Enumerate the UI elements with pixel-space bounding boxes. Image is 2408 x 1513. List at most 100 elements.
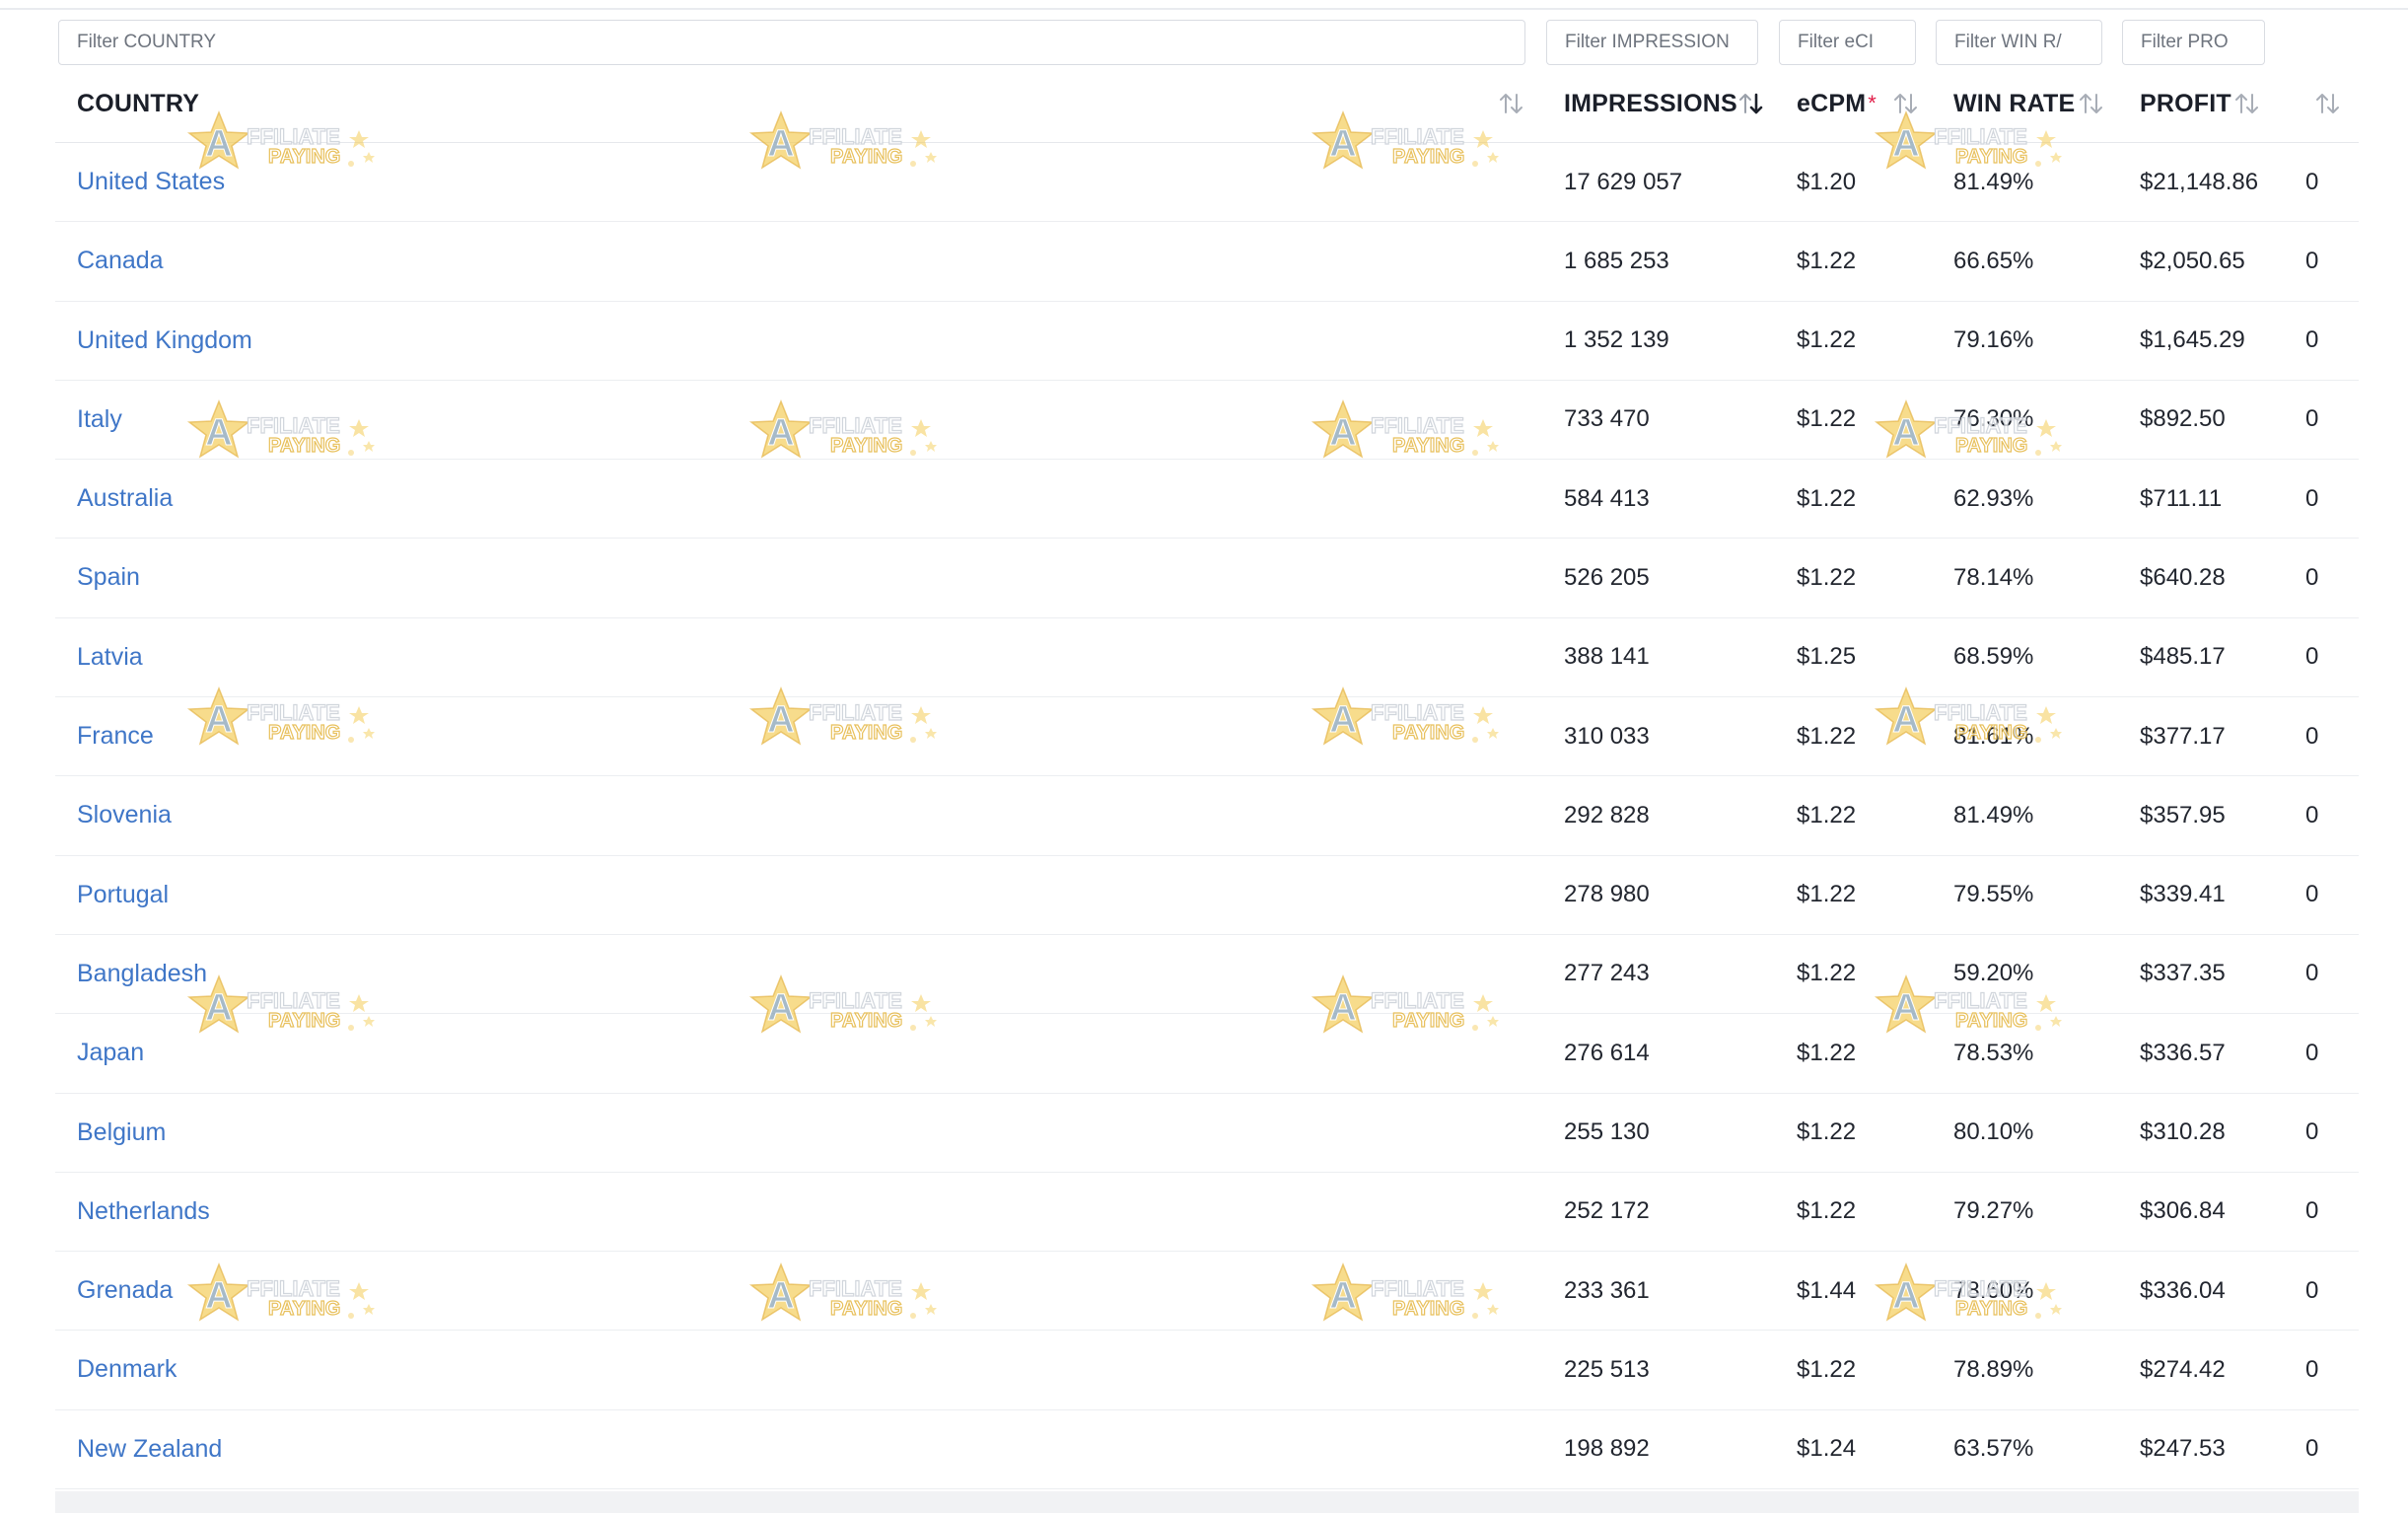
country-link[interactable]: Spain (77, 563, 140, 592)
table-row: France 310 033 $1.22 81.61% $377.17 0 (55, 697, 2359, 777)
country-link[interactable]: Canada (77, 247, 164, 275)
column-header-country[interactable]: COUNTRY (77, 65, 199, 142)
column-label-win-rate: WIN RATE (1953, 89, 2076, 117)
ecpm-value: $1.22 (1797, 405, 1857, 433)
win-rate-value: 63.57% (1953, 1435, 2034, 1463)
country-link[interactable]: Australia (77, 484, 173, 513)
win-rate-value: 79.55% (1953, 881, 2034, 908)
column-label-impressions: IMPRESSIONS (1564, 89, 1737, 117)
sort-ecpm-icon[interactable] (1889, 87, 1923, 120)
cell-impressions: 584 413 (1564, 460, 1650, 538)
cell-ecpm: $1.22 (1797, 460, 1856, 538)
cell-extra: 0 (2305, 381, 2318, 459)
sort-country-icon[interactable] (1495, 87, 1528, 120)
profit-value: $337.35 (2140, 960, 2226, 987)
impressions-value: 252 172 (1564, 1197, 1650, 1225)
win-rate-value: 68.59% (1953, 643, 2034, 671)
ecpm-filter-input[interactable] (1779, 20, 1916, 65)
cell-extra: 0 (2305, 1331, 2318, 1408)
impressions-value: 584 413 (1564, 484, 1650, 512)
extra-value: 0 (2305, 484, 2319, 512)
country-link[interactable]: Belgium (77, 1118, 166, 1147)
table-row: New Zealand 198 892 $1.24 63.57% $247.53 0 (55, 1410, 2359, 1490)
cell-win-rate: 81.49% (1953, 143, 2033, 221)
impressions-value: 388 141 (1564, 643, 1650, 671)
win-rate-value: 79.27% (1953, 1197, 2034, 1225)
country-stats-table: COUNTRY IMPRESSIONS eCPM* WIN RATE PROFI… (55, 20, 2359, 1513)
column-header-ecpm[interactable]: eCPM * (1797, 65, 1877, 142)
country-link[interactable]: United Kingdom (77, 326, 252, 355)
country-link[interactable]: Bangladesh (77, 960, 207, 988)
country-link[interactable]: Latvia (77, 643, 143, 672)
impressions-value: 198 892 (1564, 1435, 1650, 1463)
cell-win-rate: 78.89% (1953, 1331, 2033, 1408)
country-link[interactable]: New Zealand (77, 1435, 222, 1464)
cell-profit: $377.17 (2140, 697, 2226, 775)
win-rate-filter-input[interactable] (1936, 20, 2102, 65)
cell-win-rate: 79.27% (1953, 1173, 2033, 1251)
column-header-win-rate[interactable]: WIN RATE (1953, 65, 2075, 142)
profit-filter-input[interactable] (2122, 20, 2265, 65)
column-header-profit[interactable]: PROFIT (2140, 65, 2231, 142)
country-link[interactable]: Netherlands (77, 1197, 210, 1226)
sort-impressions-icon[interactable] (1735, 87, 1768, 120)
impressions-value: 225 513 (1564, 1355, 1650, 1383)
ecpm-value: $1.22 (1797, 1118, 1857, 1146)
cell-win-rate: 62.93% (1953, 460, 2033, 538)
win-rate-value: 80.10% (1953, 1118, 2034, 1146)
cell-win-rate: 79.16% (1953, 302, 2033, 380)
sort-extra-icon[interactable] (2311, 87, 2345, 120)
cell-country: Belgium (77, 1094, 166, 1172)
win-rate-value: 78.14% (1953, 563, 2034, 591)
cell-extra: 0 (2305, 697, 2318, 775)
country-link[interactable]: Portugal (77, 881, 169, 909)
country-link[interactable]: United States (77, 168, 225, 196)
cell-profit: $336.04 (2140, 1252, 2226, 1330)
sort-profit-icon[interactable] (2231, 87, 2264, 120)
extra-value: 0 (2305, 168, 2319, 195)
profit-value: $2,050.65 (2140, 247, 2245, 274)
profit-value: $274.42 (2140, 1355, 2226, 1383)
country-link[interactable]: Denmark (77, 1355, 177, 1384)
cell-country: Japan (77, 1014, 144, 1092)
cell-profit: $711.11 (2140, 460, 2222, 538)
profit-value: $640.28 (2140, 563, 2226, 591)
impressions-filter-input[interactable] (1546, 20, 1758, 65)
country-link[interactable]: France (77, 722, 154, 751)
country-link[interactable]: Japan (77, 1039, 144, 1067)
win-rate-value: 79.16% (1953, 326, 2034, 354)
ecpm-value: $1.20 (1797, 168, 1857, 195)
country-link[interactable]: Slovenia (77, 801, 172, 829)
cell-ecpm: $1.24 (1797, 1410, 1856, 1488)
country-filter-input[interactable] (58, 20, 1525, 65)
cell-extra: 0 (2305, 1014, 2318, 1092)
table-row: Denmark 225 513 $1.22 78.89% $274.42 0 (55, 1331, 2359, 1410)
ecpm-value: $1.22 (1797, 1039, 1857, 1066)
table-row: Grenada 233 361 $1.44 78.60% $336.04 0 (55, 1252, 2359, 1332)
profit-value: $377.17 (2140, 722, 2226, 750)
cell-extra: 0 (2305, 776, 2318, 854)
country-link[interactable]: Italy (77, 405, 122, 434)
cell-impressions: 255 130 (1564, 1094, 1650, 1172)
extra-value: 0 (2305, 247, 2319, 274)
country-link[interactable]: Grenada (77, 1276, 173, 1305)
cell-win-rate: 68.59% (1953, 618, 2033, 696)
ecpm-value: $1.22 (1797, 563, 1857, 591)
extra-value: 0 (2305, 881, 2319, 908)
profit-value: $357.95 (2140, 801, 2226, 829)
cell-extra: 0 (2305, 1252, 2318, 1330)
impressions-value: 1 352 139 (1564, 326, 1669, 354)
profit-value: $306.84 (2140, 1197, 2226, 1225)
extra-value: 0 (2305, 1276, 2319, 1304)
profit-value: $310.28 (2140, 1118, 2226, 1146)
cell-impressions: 1 685 253 (1564, 222, 1669, 300)
cell-country: Italy (77, 381, 122, 459)
extra-value: 0 (2305, 405, 2319, 433)
cell-impressions: 526 205 (1564, 539, 1650, 616)
sort-win-rate-icon[interactable] (2075, 87, 2108, 120)
cell-impressions: 277 243 (1564, 935, 1650, 1013)
column-header-impressions[interactable]: IMPRESSIONS (1564, 65, 1737, 142)
ecpm-value: $1.22 (1797, 326, 1857, 354)
cell-ecpm: $1.22 (1797, 1094, 1856, 1172)
ecpm-value: $1.25 (1797, 643, 1857, 671)
